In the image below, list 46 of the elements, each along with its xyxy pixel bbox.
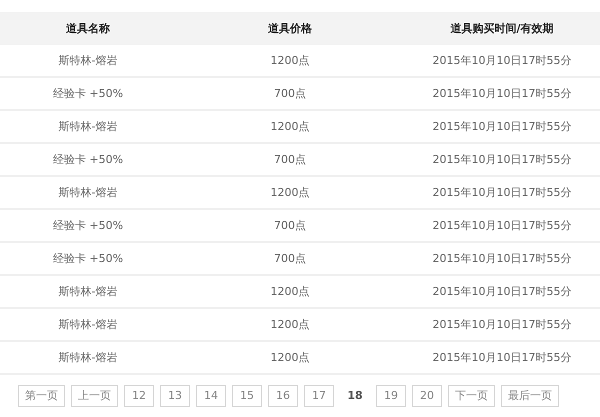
table-cell: 700点: [176, 209, 404, 242]
table-cell: 1200点: [176, 176, 404, 209]
table-cell: 1200点: [176, 275, 404, 308]
table-cell: 1200点: [176, 45, 404, 77]
page-link[interactable]: 第一页: [18, 385, 65, 407]
column-header: 道具名称: [0, 12, 176, 45]
page-link[interactable]: 20: [412, 385, 442, 407]
page-link[interactable]: 14: [196, 385, 226, 407]
page-link[interactable]: 12: [124, 385, 154, 407]
table-cell: 700点: [176, 242, 404, 275]
table-cell: 经验卡 +50%: [0, 77, 176, 110]
page-link[interactable]: 下一页: [448, 385, 495, 407]
page-link[interactable]: 13: [160, 385, 190, 407]
page-link[interactable]: 17: [304, 385, 334, 407]
page-link[interactable]: 19: [376, 385, 406, 407]
table-cell: 经验卡 +50%: [0, 209, 176, 242]
current-page[interactable]: 18: [340, 385, 370, 407]
table-cell: 2015年10月10日17时55分: [404, 143, 600, 176]
table-cell: 2015年10月10日17时55分: [404, 176, 600, 209]
table-cell: 斯特林-熔岩: [0, 341, 176, 374]
table-cell: 斯特林-熔岩: [0, 308, 176, 341]
table-cell: 经验卡 +50%: [0, 242, 176, 275]
table-cell: 斯特林-熔岩: [0, 176, 176, 209]
page-link[interactable]: 最后一页: [501, 385, 559, 407]
page-link[interactable]: 16: [268, 385, 298, 407]
table-cell: 2015年10月10日17时55分: [404, 308, 600, 341]
column-header: 道具价格: [176, 12, 404, 45]
table-cell: 2015年10月10日17时55分: [404, 45, 600, 77]
table-cell: 700点: [176, 77, 404, 110]
page-link[interactable]: 15: [232, 385, 262, 407]
table-cell: 1200点: [176, 110, 404, 143]
table-cell: 2015年10月10日17时55分: [404, 110, 600, 143]
table-cell: 斯特林-熔岩: [0, 45, 176, 77]
table-cell: 700点: [176, 143, 404, 176]
table-cell: 2015年10月10日17时55分: [404, 341, 600, 374]
table-cell: 2015年10月10日17时55分: [404, 275, 600, 308]
table-cell: 2015年10月10日17时55分: [404, 77, 600, 110]
column-header: 道具购买时间/有效期: [404, 12, 600, 45]
table-cell: 1200点: [176, 308, 404, 341]
table-cell: 2015年10月10日17时55分: [404, 242, 600, 275]
table-cell: 2015年10月10日17时55分: [404, 209, 600, 242]
table-cell: 斯特林-熔岩: [0, 110, 176, 143]
page-link[interactable]: 上一页: [71, 385, 118, 407]
table-cell: 斯特林-熔岩: [0, 275, 176, 308]
table-cell: 经验卡 +50%: [0, 143, 176, 176]
table-cell: 1200点: [176, 341, 404, 374]
